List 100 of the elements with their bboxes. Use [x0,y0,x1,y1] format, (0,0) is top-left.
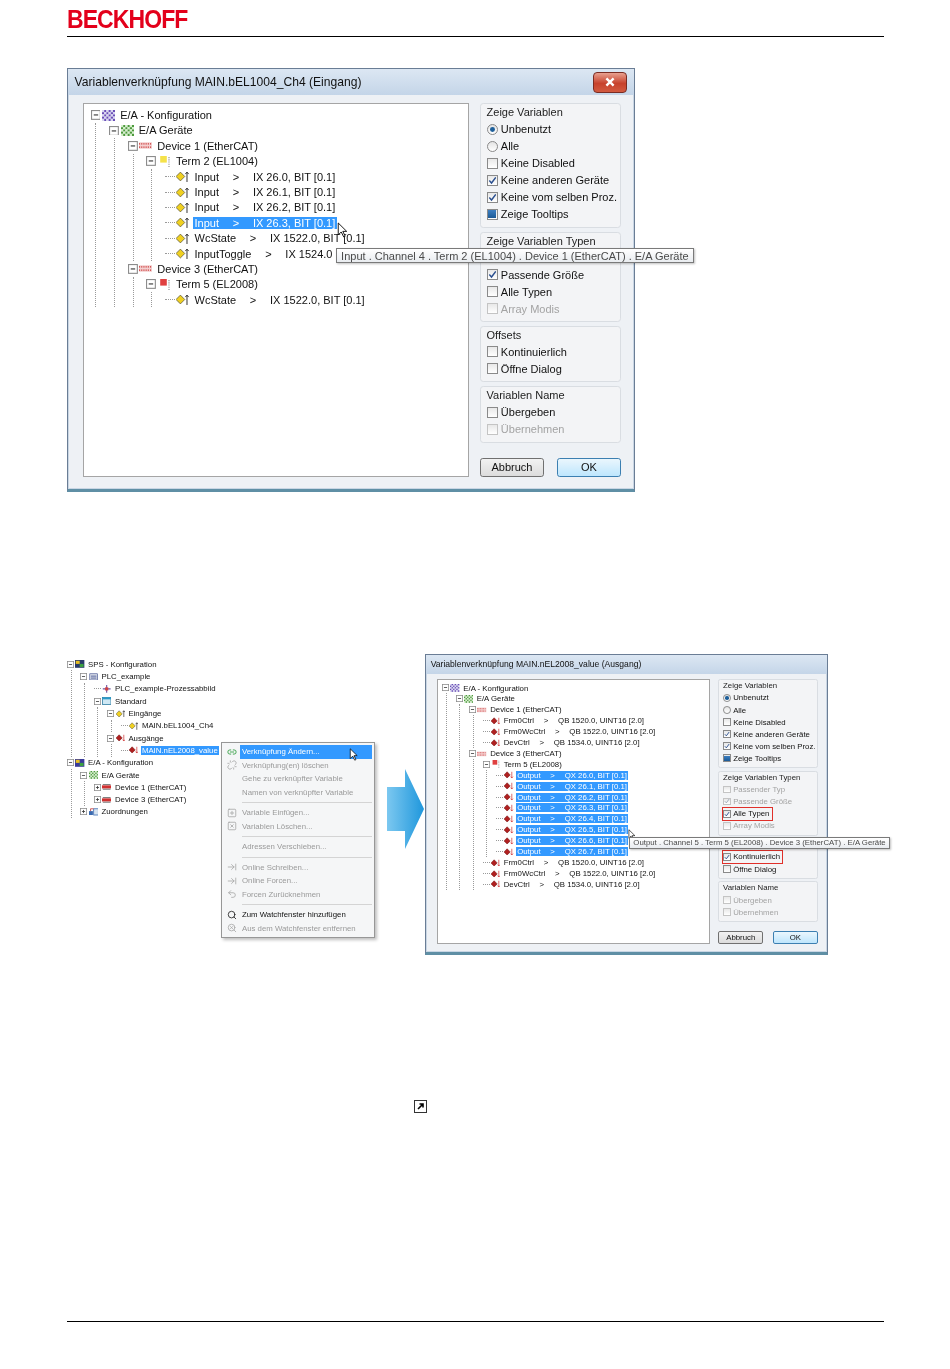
checkbox-option[interactable]: Keine vom selben Proz. [486,188,621,206]
right-arrow-icon [387,769,424,850]
checkbox[interactable] [723,718,731,726]
variable-address: IX 1524.0 [285,247,333,260]
close-button[interactable] [592,71,628,93]
plus-square-icon [227,807,237,818]
tree-item[interactable]: E/A Geräte [137,124,195,137]
checkbox[interactable] [486,406,498,418]
striped-icon [139,263,153,275]
checkbox-option[interactable]: Passende Größe [486,266,588,284]
variable-address: IX 1522.0, BIT [0.1] [270,293,365,306]
collapse-icon[interactable] [80,673,88,680]
collapse-icon[interactable] [107,734,115,742]
broken-link-icon [227,760,237,771]
diamond-arrow-icon [490,869,501,878]
collapse-icon[interactable] [67,660,74,668]
checkbox[interactable] [723,809,731,818]
collapse-icon[interactable] [442,684,450,692]
collapse-icon[interactable] [455,695,463,703]
checkbox[interactable] [723,853,731,861]
diamond-arrow-icon [504,847,514,856]
radio-button[interactable] [486,140,498,152]
collapse-icon[interactable] [469,749,477,757]
terminal-icon [490,760,501,769]
collapse-icon[interactable] [93,697,101,705]
checkbox-option[interactable]: Zeige Tooltips [486,205,572,223]
checkbox[interactable] [486,346,498,358]
checkered-icon [88,771,98,779]
link-separator: > [249,293,257,306]
tree-item[interactable]: WcState > IX 1522.0, BIT [0.1] [192,232,367,245]
collapse-icon[interactable] [90,110,101,120]
diamond-arrow-icon [176,201,190,213]
collapse-icon[interactable] [127,264,138,274]
checkered-icon [450,684,460,692]
tree-item[interactable]: WcState > IX 1522.0, BIT [0.1] [192,293,367,306]
option-label: Keine Disabled [500,157,575,170]
diamond-arrow-icon [115,734,125,742]
radio-button[interactable] [723,706,731,714]
option-label: Übernehmen [500,423,565,436]
option-label: Öffne Dialog [500,362,562,375]
checkbox-option[interactable]: Kontinuierlich [486,343,571,361]
expand-icon[interactable] [93,796,101,804]
radio-option[interactable]: Unbenutzt [486,120,555,138]
checkbox[interactable] [723,754,731,763]
tree-item[interactable]: Device 1 (EtherCAT) [155,139,260,152]
tree-item[interactable]: E/A - Konfiguration [118,109,214,122]
dialog-button[interactable]: Abbruch [480,457,544,478]
checkbox[interactable] [486,191,498,203]
checkbox[interactable] [486,208,498,220]
option-label: Keine anderen Geräte [500,174,610,187]
checkbox-option[interactable]: Öffne Dialog [486,360,566,378]
diamond-arrow-icon [490,716,501,725]
checkbox-option[interactable]: Keine anderen Geräte [486,171,613,189]
expand-icon[interactable] [93,783,101,791]
tree-item[interactable]: InputToggle > IX 1524.0 [192,247,335,260]
radio-button[interactable] [723,694,731,702]
checkbox[interactable] [486,363,498,375]
checkbox[interactable] [723,730,731,739]
link-separator: > [249,232,257,245]
tree-item[interactable]: Input > IX 26.1, BIT [0.1] [192,186,337,198]
diamond-arrow-icon [129,721,139,730]
tree-item[interactable]: Device 3 (EtherCAT) [155,262,260,275]
collapse-icon[interactable] [146,156,157,167]
checkbox[interactable] [723,742,731,751]
variable-name: Input [194,170,219,183]
collapse-icon[interactable] [80,771,88,779]
radio-button[interactable] [486,123,498,135]
checkbox[interactable] [723,865,731,873]
option-label: Zeige Tooltips [500,208,569,221]
link-separator: > [232,216,240,229]
option-label: Unbenutzt [500,123,551,136]
collapse-icon[interactable] [67,759,74,767]
option-label: Keine vom selben Proz. [500,191,617,204]
checkbox[interactable] [486,157,498,169]
checkbox[interactable] [486,174,498,186]
dialog-button[interactable]: OK [557,457,621,478]
tree-item[interactable]: Term 5 (EL2008) [174,278,260,291]
expand-icon[interactable] [80,808,88,816]
checkbox[interactable] [486,269,498,281]
tree-item[interactable]: Input > IX 26.2, BIT [0.1] [192,201,337,214]
module-icon [75,660,85,669]
tree-item[interactable]: Term 2 (EL1004) [174,155,260,168]
collapse-icon[interactable] [107,709,115,717]
collapse-icon[interactable] [146,279,157,290]
checkbox-option[interactable]: Alle Typen [486,283,556,301]
collapse-icon[interactable] [482,760,490,768]
collapse-icon[interactable] [109,125,119,136]
radio-option[interactable]: Alle [486,137,523,155]
checkbox[interactable] [486,286,498,298]
diamond-arrow-icon [176,217,190,229]
checkbox-option[interactable]: Übergeben [486,403,559,421]
diamond-arrow-icon [490,727,501,736]
collapse-icon[interactable] [469,706,477,714]
mapping-icon [88,808,98,816]
diamond-arrow-icon [504,771,514,780]
link-separator: > [232,201,240,214]
module-icon [88,672,98,681]
checkbox-option[interactable]: Keine Disabled [486,154,579,172]
collapse-icon[interactable] [127,140,138,151]
tree-item[interactable]: Input > IX 26.0, BIT [0.1] [192,170,337,183]
